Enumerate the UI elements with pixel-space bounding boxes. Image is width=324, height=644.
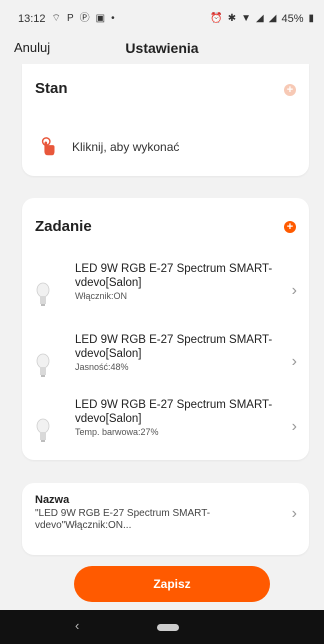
top-nav: Anuluj Ustawienia: [0, 36, 324, 64]
home-pill-icon[interactable]: [157, 624, 179, 631]
tap-to-run-row[interactable]: Kliknij, aby wykonać: [38, 136, 179, 158]
status-bar: 13:12 ⌔ P Ⓟ ▣ • ⏰ ✱ ▼ ◢ ◢ 45% ▮: [0, 0, 324, 36]
back-icon[interactable]: ‹: [75, 618, 79, 633]
chevron-right-icon: ›: [291, 505, 297, 522]
task-item[interactable]: LED 9W RGB E-27 Spectrum SMART-vdevo[Sal…: [22, 398, 309, 468]
tap-hand-icon: [41, 137, 55, 156]
name-card[interactable]: Nazwa "LED 9W RGB E-27 Spectrum SMART-vd…: [22, 483, 309, 555]
cell-signal-icon: ◢: [256, 13, 264, 24]
page-title: Ustawienia: [125, 40, 199, 56]
bulb-icon: [36, 353, 50, 377]
tap-action-label: Kliknij, aby wykonać: [72, 140, 180, 154]
p-icon: Ⓟ: [79, 13, 90, 24]
save-button[interactable]: Zapisz: [74, 566, 270, 602]
chevron-right-icon: ›: [291, 418, 297, 435]
add-condition-icon[interactable]: +: [284, 84, 296, 96]
device-action: Włącznik:ON: [75, 291, 128, 301]
alarm-icon: ⏰: [210, 13, 223, 24]
chevron-right-icon: ›: [291, 282, 297, 299]
task-card: Zadanie + LED 9W RGB E-27 Spectrum SMART…: [22, 198, 309, 460]
device-action: Temp. barwowa:27%: [75, 427, 159, 437]
bluetooth-icon: ✱: [227, 13, 237, 24]
name-label: Nazwa: [35, 494, 70, 506]
device-name: LED 9W RGB E-27 Spectrum SMART-vdevo[Sal…: [75, 399, 273, 425]
system-nav-bar: ‹: [0, 610, 324, 644]
task-item[interactable]: LED 9W RGB E-27 Spectrum SMART-vdevo[Sal…: [22, 333, 309, 403]
device-name: LED 9W RGB E-27 Spectrum SMART-vdevo[Sal…: [75, 263, 273, 289]
task-item[interactable]: LED 9W RGB E-27 Spectrum SMART-vdevo[Sal…: [22, 262, 309, 332]
task-title: Zadanie: [35, 218, 92, 235]
state-title: Stan: [35, 80, 68, 97]
wifi-icon: ⌔: [51, 13, 61, 24]
wifi-signal-icon: ▼: [241, 13, 252, 24]
add-task-icon[interactable]: +: [284, 221, 296, 233]
status-time: 13:12: [18, 13, 46, 25]
state-card: Stan + Kliknij, aby wykonać: [22, 64, 309, 176]
name-value: "LED 9W RGB E-27 Spectrum SMART-vdevo"Wł…: [35, 508, 211, 531]
bulb-icon: [36, 282, 50, 306]
cell-signal-icon: ◢: [268, 13, 277, 24]
p-icon: P: [66, 13, 74, 24]
status-bar-right: ⏰ ✱ ▼ ◢ ◢ 45% ▮: [210, 13, 314, 25]
battery-text: 45%: [281, 13, 304, 25]
chevron-right-icon: ›: [291, 353, 297, 370]
battery-icon: ▮: [308, 13, 314, 24]
dot-icon: •: [111, 13, 115, 24]
device-action: Jasność:48%: [75, 362, 129, 372]
device-name: LED 9W RGB E-27 Spectrum SMART-vdevo[Sal…: [75, 334, 273, 360]
bulb-icon: [36, 418, 50, 442]
notification-icon: ▣: [95, 13, 106, 24]
status-bar-left: 13:12 ⌔ P Ⓟ ▣ •: [18, 13, 115, 25]
